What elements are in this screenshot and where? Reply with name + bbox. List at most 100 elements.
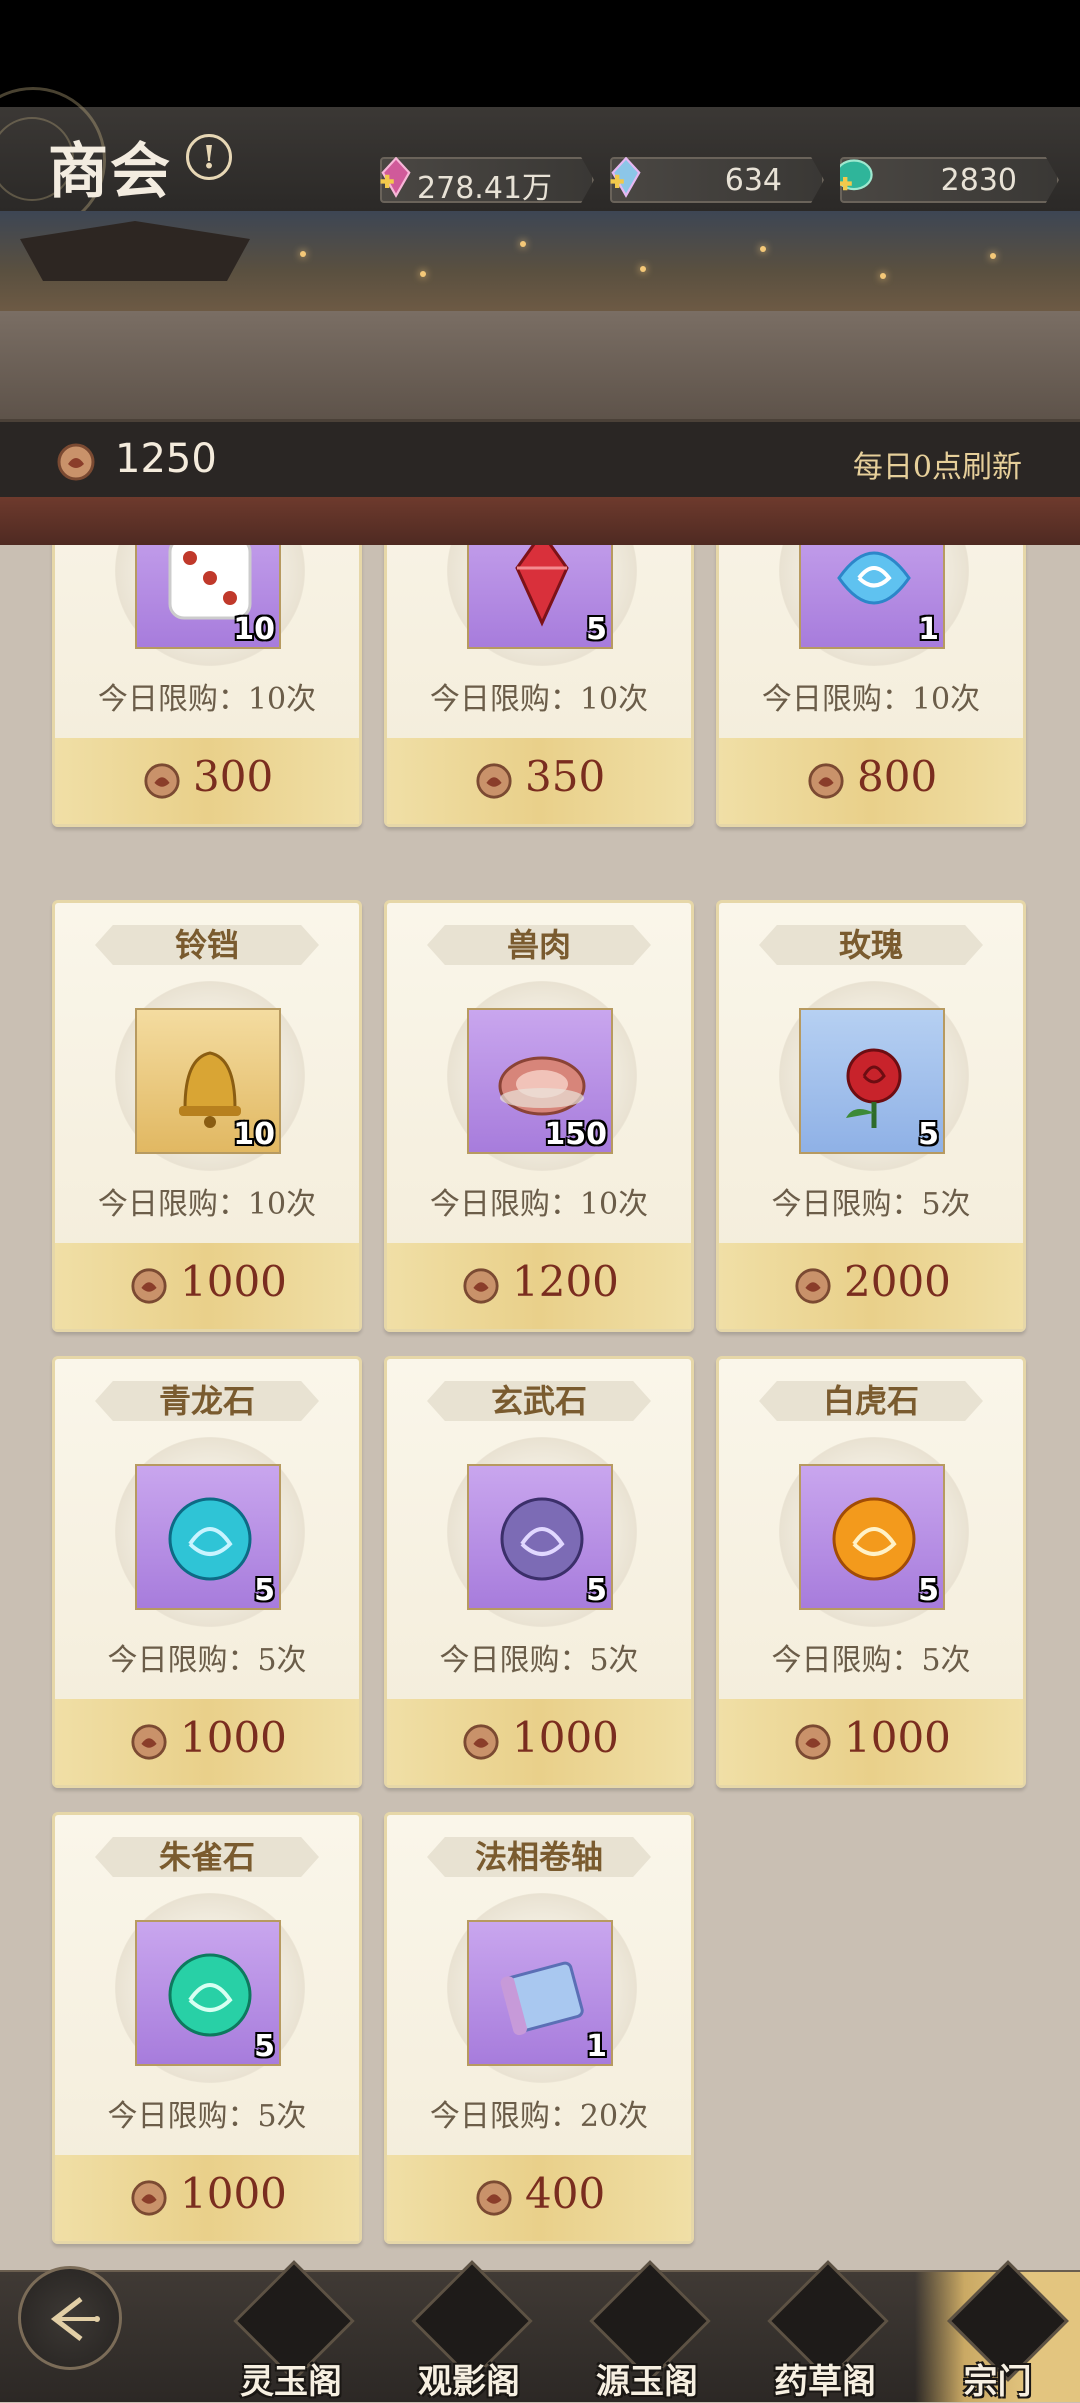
shop-coin-icon: [795, 1268, 831, 1304]
item-slot[interactable]: 150: [467, 1008, 613, 1154]
purchase-limit: 今日限购：10次: [429, 1187, 649, 1222]
shop-coin-icon: [463, 1268, 499, 1304]
shop-item-card[interactable]: 铃铛 10 今日限购：10次 1000: [52, 900, 362, 1332]
black-tortoise-orb-icon: [500, 1497, 584, 1581]
purchase-limit: 今日限购：10次: [97, 1187, 317, 1222]
currency-jade[interactable]: 2830: [840, 157, 1059, 203]
item-slot[interactable]: 5: [135, 1920, 281, 2066]
purchase-limit: 今日限购：5次: [107, 1643, 307, 1678]
nav-guanying-pavilion[interactable]: 观影阁: [394, 2260, 544, 2402]
price-button[interactable]: 1000: [55, 1243, 359, 1329]
item-slot[interactable]: 5: [135, 1464, 281, 1610]
price-button[interactable]: 2000: [719, 1243, 1023, 1329]
currency-value: 634: [724, 163, 782, 198]
shop-coin-icon: [808, 763, 844, 799]
shop-banner: [0, 211, 1080, 311]
shop-item-card[interactable]: 兽肉 150 今日限购：10次 1200: [384, 900, 694, 1332]
item-grid: 10 今日限购：10次 300 5 今日限购：10次 350 1 今日限购：10次 800 铃铛 1…: [0, 545, 1080, 2270]
shop-item-card[interactable]: 玫瑰 5 今日限购：5次 2000: [716, 900, 1026, 1332]
item-name: 朱雀石: [95, 1837, 319, 1877]
price-value: 2000: [844, 1257, 951, 1306]
nav-label: 观影阁: [418, 2362, 520, 2402]
currency-rainbow-gem[interactable]: 634: [610, 157, 824, 203]
price-value: 1000: [844, 1713, 951, 1762]
white-tiger-orb-icon: [832, 1497, 916, 1581]
item-name: 法相卷轴: [427, 1837, 651, 1877]
shop-item-card[interactable]: 青龙石 5 今日限购：5次 1000: [52, 1356, 362, 1788]
nav-lingyu-pavilion[interactable]: 灵玉阁: [216, 2260, 366, 2402]
purchase-limit: 今日限购：10次: [97, 682, 317, 717]
price-button[interactable]: 350: [387, 738, 691, 824]
item-slot[interactable]: 5: [467, 545, 613, 649]
shop-counter: [0, 311, 1080, 419]
shop-item-card[interactable]: 玄武石 5 今日限购：5次 1000: [384, 1356, 694, 1788]
shop-coin-icon: [131, 1268, 167, 1304]
item-slot[interactable]: 1: [799, 545, 945, 649]
decorative-band: [0, 497, 1080, 545]
shop-coin-icon: [795, 1724, 831, 1760]
bottom-nav: 灵玉阁 观影阁 源玉阁 药草阁 宗门: [0, 2260, 1080, 2402]
info-icon[interactable]: !: [186, 134, 232, 180]
refresh-hint: 每日0点刷新: [852, 450, 1022, 485]
nav-label: 源玉阁: [596, 2362, 698, 2402]
purchase-limit: 今日限购：10次: [429, 682, 649, 717]
shop-item-card[interactable]: 朱雀石 5 今日限购：5次 1000: [52, 1812, 362, 2244]
shop-coin-icon: [476, 2180, 512, 2216]
purchase-limit: 今日限购：5次: [107, 2099, 307, 2134]
item-slot[interactable]: 5: [467, 1464, 613, 1610]
price-button[interactable]: 1000: [55, 2155, 359, 2241]
red-crystal-icon: [515, 545, 569, 627]
currency-pink-gem[interactable]: 278.41万: [380, 157, 594, 203]
item-quantity: 5: [918, 1117, 939, 1152]
price-button[interactable]: 1000: [387, 1699, 691, 1785]
shop-item-card[interactable]: 5 今日限购：10次 350: [384, 545, 694, 827]
balance-value: 1250: [115, 436, 217, 482]
item-name: 玄武石: [427, 1381, 651, 1421]
nav-herb-pavilion[interactable]: 药草阁: [750, 2260, 900, 2402]
shop-item-card[interactable]: 法相卷轴 1 今日限购：20次 400: [384, 1812, 694, 2244]
shop-coin-icon: [131, 1724, 167, 1760]
nav-yuanyu-pavilion[interactable]: 源玉阁: [572, 2260, 722, 2402]
price-button[interactable]: 1000: [719, 1699, 1023, 1785]
rainbow-gem-icon: [610, 157, 641, 198]
shop-item-card[interactable]: 10 今日限购：10次 300: [52, 545, 362, 827]
item-slot[interactable]: 10: [135, 545, 281, 649]
rose-icon: [846, 1048, 902, 1128]
item-quantity: 10: [233, 612, 275, 647]
price-button[interactable]: 1200: [387, 1243, 691, 1329]
currency-value: 2830: [940, 163, 1017, 198]
page-title: 商会: [48, 137, 172, 207]
price-value: 1000: [180, 2169, 287, 2218]
price-value: 1000: [180, 1713, 287, 1762]
item-quantity: 10: [233, 1117, 275, 1152]
price-value: 1000: [512, 1713, 619, 1762]
nav-label: 灵玉阁: [240, 2362, 342, 2402]
nav-sect[interactable]: 宗门: [915, 2260, 1080, 2402]
item-quantity: 5: [254, 1573, 275, 1608]
shop-item-card[interactable]: 1 今日限购：10次 800: [716, 545, 1026, 827]
price-value: 350: [525, 752, 606, 801]
shop-coin-icon: [144, 763, 180, 799]
price-button[interactable]: 800: [719, 738, 1023, 824]
purchase-limit: 今日限购：5次: [439, 1643, 639, 1678]
shop-item-card[interactable]: 白虎石 5 今日限购：5次 1000: [716, 1356, 1026, 1788]
price-value: 400: [525, 2169, 606, 2218]
blue-spirit-stone-icon: [837, 551, 911, 605]
scroll-icon: [500, 1961, 584, 2036]
price-button[interactable]: 300: [55, 738, 359, 824]
status-bar: [0, 0, 1080, 107]
price-button[interactable]: 400: [387, 2155, 691, 2241]
item-slot[interactable]: 10: [135, 1008, 281, 1154]
item-slot[interactable]: 5: [799, 1008, 945, 1154]
item-slot[interactable]: 1: [467, 1920, 613, 2066]
item-quantity: 5: [586, 1573, 607, 1608]
shop-coin-icon: [131, 2180, 167, 2216]
item-slot[interactable]: 5: [799, 1464, 945, 1610]
price-button[interactable]: 1000: [55, 1699, 359, 1785]
item-name: 铃铛: [95, 925, 319, 965]
building-roof: [20, 221, 250, 281]
currency-value: 278.41万: [417, 171, 552, 206]
vermilion-bird-orb-icon: [168, 1953, 252, 2037]
shop-coin-icon: [463, 1724, 499, 1760]
back-button[interactable]: [18, 2266, 122, 2370]
